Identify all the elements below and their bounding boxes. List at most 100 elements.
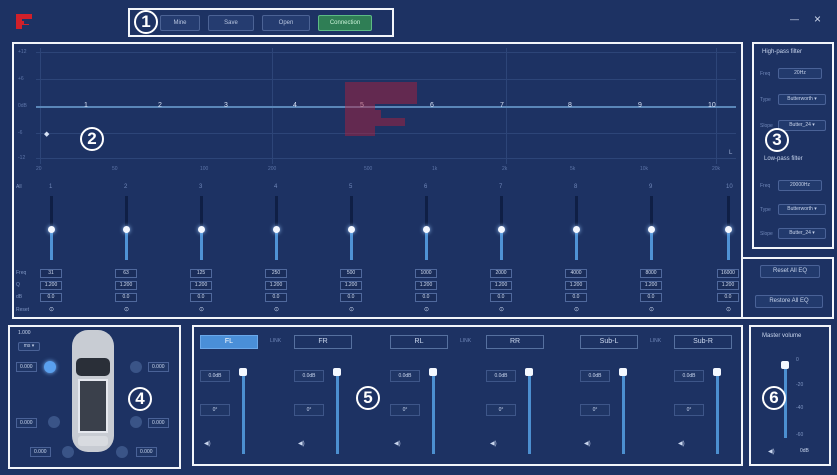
band-q-input[interactable]: 1.200: [190, 281, 212, 290]
eq-point-1[interactable]: 1: [84, 102, 88, 109]
channel-mute-button[interactable]: ◀): [678, 440, 685, 447]
eq-point-10[interactable]: 10: [708, 102, 716, 109]
band-reset-icon[interactable]: ⊙: [726, 306, 731, 313]
eq-point-9[interactable]: 9: [638, 102, 642, 109]
band-freq-input[interactable]: 31: [40, 269, 62, 278]
band-freq-input[interactable]: 500: [340, 269, 362, 278]
band-q-input[interactable]: 1.200: [565, 281, 587, 290]
channel-fr-button[interactable]: FR: [294, 335, 352, 349]
channel-volume-knob[interactable]: [713, 368, 721, 376]
band-gain-input[interactable]: 0.0: [565, 293, 587, 302]
band-slider-knob[interactable]: [573, 226, 580, 233]
band-slider-knob[interactable]: [273, 226, 280, 233]
channel-gain-input[interactable]: 0.0dB: [200, 370, 230, 382]
channel-link-toggle[interactable]: LINK: [270, 338, 281, 344]
open-button[interactable]: Open: [262, 15, 310, 31]
band-q-input[interactable]: 1.200: [717, 281, 739, 290]
band-q-input[interactable]: 1.200: [490, 281, 512, 290]
band-freq-input[interactable]: 8000: [640, 269, 662, 278]
channel-mute-button[interactable]: ◀): [394, 440, 401, 447]
channel-gain-input[interactable]: 0.0dB: [580, 370, 610, 382]
band-reset-icon[interactable]: ⊙: [199, 306, 204, 313]
band-gain-input[interactable]: 0.0: [40, 293, 62, 302]
channel-sub-l-button[interactable]: Sub-L: [580, 335, 638, 349]
eq-point-3[interactable]: 3: [224, 102, 228, 109]
band-q-input[interactable]: 1.200: [115, 281, 137, 290]
speaker-icon[interactable]: [62, 446, 74, 458]
channel-mute-button[interactable]: ◀): [490, 440, 497, 447]
band-slider-knob[interactable]: [423, 226, 430, 233]
hp-slope-select[interactable]: Butter_24 ▾: [778, 120, 826, 131]
channel-volume-knob[interactable]: [333, 368, 341, 376]
channel-gain-input[interactable]: 0.0dB: [674, 370, 704, 382]
band-reset-icon[interactable]: ⊙: [49, 306, 54, 313]
connection-button[interactable]: Connection: [318, 15, 372, 31]
band-freq-input[interactable]: 125: [190, 269, 212, 278]
eq-point-4[interactable]: 4: [293, 102, 297, 109]
delay-value-input[interactable]: 0.000: [148, 418, 169, 428]
channel-volume-track[interactable]: [528, 372, 531, 454]
band-q-input[interactable]: 1.200: [640, 281, 662, 290]
band-slider-knob[interactable]: [498, 226, 505, 233]
band-slider-knob[interactable]: [348, 226, 355, 233]
channel-volume-knob[interactable]: [619, 368, 627, 376]
band-gain-input[interactable]: 0.0: [415, 293, 437, 302]
channel-volume-knob[interactable]: [239, 368, 247, 376]
close-button[interactable]: ×: [814, 12, 821, 26]
channel-link-toggle[interactable]: LINK: [650, 338, 661, 344]
channel-phase-button[interactable]: 0°: [486, 404, 516, 416]
band-gain-input[interactable]: 0.0: [115, 293, 137, 302]
mine-button[interactable]: Mine: [160, 15, 200, 31]
channel-mute-button[interactable]: ◀): [298, 440, 305, 447]
delay-value-input[interactable]: 0.000: [136, 447, 157, 457]
band-gain-input[interactable]: 0.0: [640, 293, 662, 302]
speaker-icon[interactable]: [48, 416, 60, 428]
band-reset-icon[interactable]: ⊙: [649, 306, 654, 313]
channel-mute-button[interactable]: ◀): [584, 440, 591, 447]
master-mute-button[interactable]: ◀): [768, 448, 775, 455]
channel-volume-track[interactable]: [336, 372, 339, 454]
band-gain-input[interactable]: 0.0: [340, 293, 362, 302]
delay-value-input[interactable]: 0.000: [30, 447, 51, 457]
band-freq-input[interactable]: 4000: [565, 269, 587, 278]
speaker-icon[interactable]: [130, 361, 142, 373]
eq-point-8[interactable]: 8: [568, 102, 572, 109]
delay-value-input[interactable]: 0.000: [16, 362, 37, 372]
band-q-input[interactable]: 1.200: [340, 281, 362, 290]
hp-type-select[interactable]: Butterworth ▾: [778, 94, 826, 105]
band-slider-knob[interactable]: [48, 226, 55, 233]
channel-volume-knob[interactable]: [525, 368, 533, 376]
lp-freq-input[interactable]: 20000Hz: [778, 180, 822, 191]
band-slider-knob[interactable]: [648, 226, 655, 233]
band-freq-input[interactable]: 2000: [490, 269, 512, 278]
restore-all-eq-button[interactable]: Restore All EQ: [755, 295, 823, 308]
band-slider-knob[interactable]: [198, 226, 205, 233]
channel-rl-button[interactable]: RL: [390, 335, 448, 349]
minimize-button[interactable]: —: [790, 14, 799, 24]
band-reset-icon[interactable]: ⊙: [499, 306, 504, 313]
channel-volume-track[interactable]: [432, 372, 435, 454]
eq-point-7[interactable]: 7: [500, 102, 504, 109]
channel-fl-button[interactable]: FL: [200, 335, 258, 349]
reset-all-eq-button[interactable]: Reset All EQ: [760, 265, 820, 278]
delay-value-input[interactable]: 0.000: [16, 418, 37, 428]
band-q-input[interactable]: 1.200: [265, 281, 287, 290]
delay-mode-select[interactable]: ms ▾: [18, 342, 40, 351]
lp-type-select[interactable]: Butterworth ▾: [778, 204, 826, 215]
delay-value-input[interactable]: 0.000: [148, 362, 169, 372]
lp-slope-select[interactable]: Butter_24 ▾: [778, 228, 826, 239]
channel-volume-knob[interactable]: [429, 368, 437, 376]
master-volume-knob[interactable]: [781, 361, 789, 369]
channel-volume-track[interactable]: [622, 372, 625, 454]
band-reset-icon[interactable]: ⊙: [349, 306, 354, 313]
channel-rr-button[interactable]: RR: [486, 335, 544, 349]
channel-volume-track[interactable]: [242, 372, 245, 454]
band-freq-input[interactable]: 16000: [717, 269, 739, 278]
speaker-icon[interactable]: [116, 446, 128, 458]
speaker-icon[interactable]: [44, 361, 56, 373]
channel-gain-input[interactable]: 0.0dB: [294, 370, 324, 382]
channel-sub-r-button[interactable]: Sub-R: [674, 335, 732, 349]
band-freq-input[interactable]: 250: [265, 269, 287, 278]
band-freq-input[interactable]: 1000: [415, 269, 437, 278]
channel-gain-input[interactable]: 0.0dB: [486, 370, 516, 382]
